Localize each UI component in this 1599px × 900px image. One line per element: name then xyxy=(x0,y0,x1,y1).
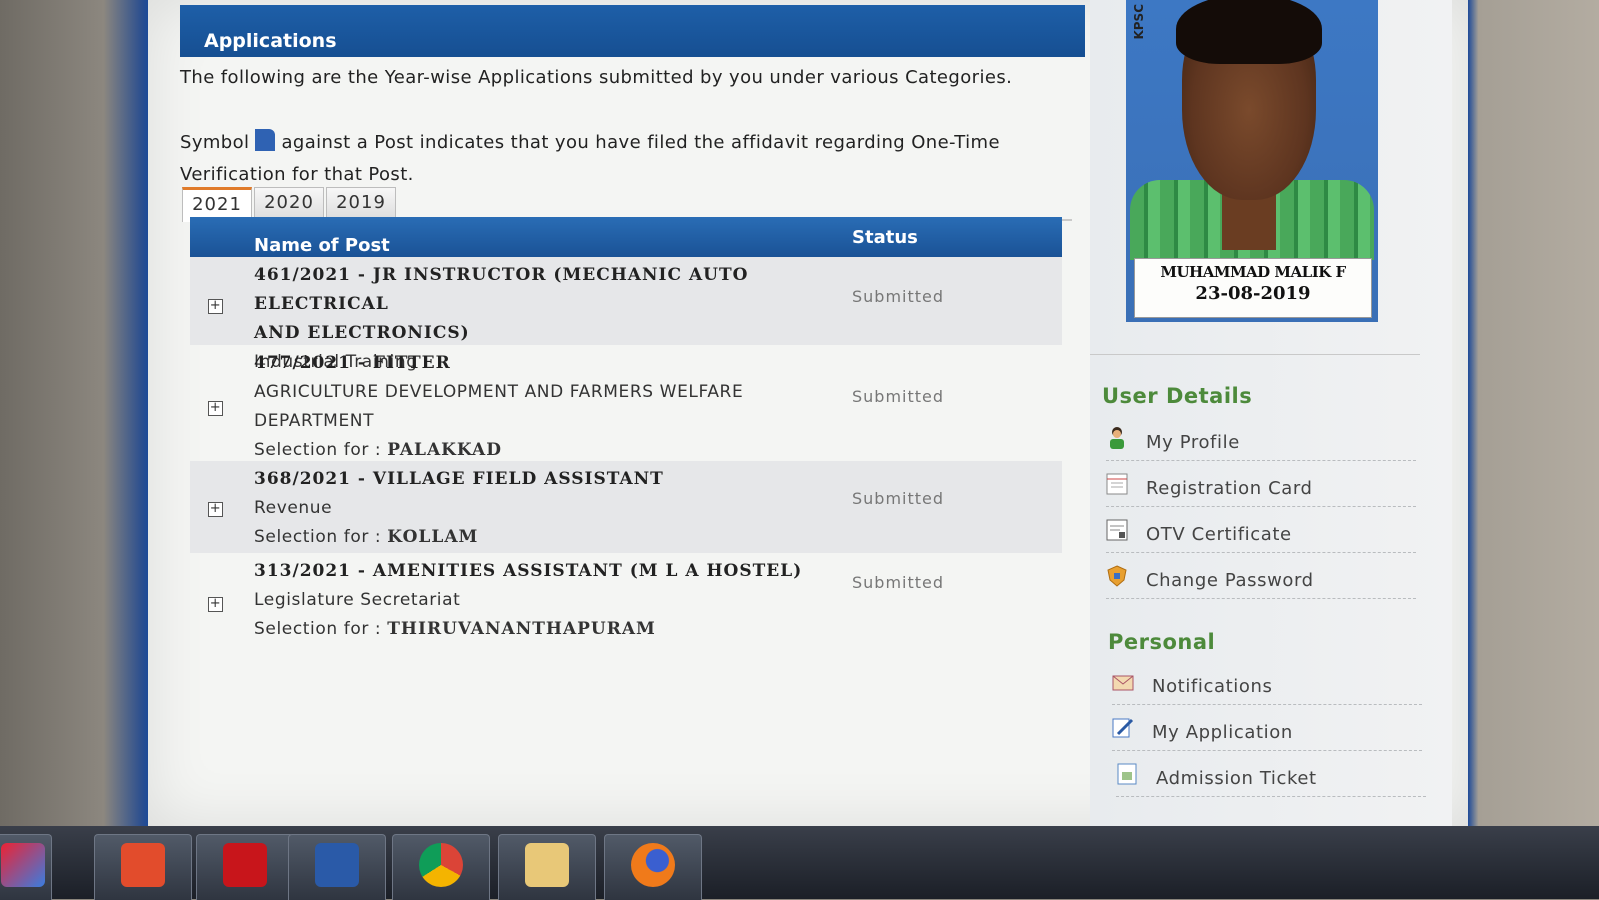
photo-date: 23-08-2019 xyxy=(1195,283,1311,304)
right-bezel xyxy=(1468,0,1599,826)
edit-document-icon xyxy=(1112,718,1134,738)
year-tabs: 2021 2020 2019 xyxy=(182,187,1072,222)
taskbar-chrome[interactable] xyxy=(392,834,490,900)
taskbar-app-2[interactable] xyxy=(94,834,192,900)
sidebar-item-label: My Application xyxy=(1152,722,1293,743)
sidebar-item-label: Registration Card xyxy=(1146,478,1313,499)
sidebar-item-label: My Profile xyxy=(1146,432,1240,453)
sidebar-item-change-password[interactable]: Change Password xyxy=(1106,558,1416,599)
sidebar-divider xyxy=(1090,354,1420,355)
applications-header: Applications xyxy=(180,5,1085,57)
photo-hair xyxy=(1176,0,1322,64)
post-title: 461/2021 - JR INSTRUCTOR (MECHANIC AUTO … xyxy=(254,265,749,314)
applications-panel: Applications The following are the Year-… xyxy=(180,5,1085,825)
post-title: 313/2021 - AMENITIES ASSISTANT (M L A HO… xyxy=(254,561,803,581)
tab-2019[interactable]: 2019 xyxy=(326,187,396,218)
table-row: + 313/2021 - AMENITIES ASSISTANT (M L A … xyxy=(190,553,1062,645)
table-row: + 461/2021 - JR INSTRUCTOR (MECHANIC AUT… xyxy=(190,257,1062,372)
expand-icon[interactable]: + xyxy=(208,299,223,314)
sidebar-item-otv-certificate[interactable]: OTV Certificate xyxy=(1106,512,1416,553)
sidebar-item-label: Admission Ticket xyxy=(1156,768,1317,789)
kpsc-watermark: KPSC xyxy=(1132,4,1146,40)
pdf-icon xyxy=(223,843,267,887)
selection-line: Selection for : THIRUVANANTHAPURAM xyxy=(254,615,834,644)
table-header: Name of Post Status xyxy=(190,217,1062,257)
sidebar-item-label: OTV Certificate xyxy=(1146,524,1292,545)
certificate-icon xyxy=(1106,519,1128,541)
intro-text: The following are the Year-wise Applicat… xyxy=(180,67,1013,88)
table-row: + 368/2021 - VILLAGE FIELD ASSISTANT Rev… xyxy=(190,461,1062,553)
taskbar-app-1[interactable] xyxy=(0,834,52,900)
taskbar-word[interactable] xyxy=(288,834,386,900)
post-department: Legislature Secretariat xyxy=(254,590,461,610)
expand-icon[interactable]: + xyxy=(208,401,223,416)
personal-heading: Personal xyxy=(1108,630,1216,654)
candidate-name: MUHAMMAD MALIK F xyxy=(1160,263,1346,281)
post-title-cont: AND ELECTRONICS) xyxy=(254,323,470,343)
shield-key-icon xyxy=(1107,565,1127,587)
sidebar-item-label: Change Password xyxy=(1146,570,1314,591)
selection-district: KOLLAM xyxy=(387,527,479,547)
word-icon xyxy=(315,843,359,887)
selection-label: Selection for : xyxy=(254,619,382,639)
selection-district: PALAKKAD xyxy=(387,440,502,460)
selection-label: Selection for : xyxy=(254,527,382,547)
expand-icon[interactable]: + xyxy=(208,502,223,517)
column-status: Status xyxy=(852,227,918,248)
sidebar-item-label: Notifications xyxy=(1152,676,1273,697)
left-bezel xyxy=(0,0,148,826)
app-icon xyxy=(121,843,165,887)
symbol-note: Symbol against a Post indicates that you … xyxy=(180,127,1060,191)
tab-2020[interactable]: 2020 xyxy=(254,187,324,218)
status-text: Submitted xyxy=(852,489,945,508)
status-text: Submitted xyxy=(852,573,945,592)
photo-caption: MUHAMMAD MALIK F 23-08-2019 xyxy=(1134,258,1372,318)
column-name-of-post: Name of Post xyxy=(254,235,390,256)
post-title: 368/2021 - VILLAGE FIELD ASSISTANT xyxy=(254,469,664,489)
expand-icon[interactable]: + xyxy=(208,597,223,612)
sidebar-item-my-application[interactable]: My Application xyxy=(1112,710,1422,751)
firefox-icon xyxy=(631,843,675,887)
taskbar xyxy=(0,826,1599,900)
sidebar: KPSC MUHAMMAD MALIK F 23-08-2019 User De… xyxy=(1090,0,1452,826)
post-department-cont: DEPARTMENT xyxy=(254,411,375,431)
ticket-icon xyxy=(1117,763,1137,785)
post-department: Revenue xyxy=(254,498,333,518)
folder-icon xyxy=(525,843,569,887)
taskbar-explorer[interactable] xyxy=(498,834,596,900)
chrome-icon xyxy=(419,843,463,887)
user-details-heading: User Details xyxy=(1102,384,1253,408)
post-department: AGRICULTURE DEVELOPMENT AND FARMERS WELF… xyxy=(254,382,744,402)
envelope-icon xyxy=(1112,675,1134,691)
taskbar-firefox[interactable] xyxy=(604,834,702,900)
status-text: Submitted xyxy=(852,387,945,406)
post-title: 477/2021 - FITTER xyxy=(254,353,451,373)
selection-line: Selection for : KOLLAM xyxy=(254,523,834,552)
table-row: + 477/2021 - FITTER AGRICULTURE DEVELOPM… xyxy=(190,345,1062,461)
sidebar-item-registration-card[interactable]: Registration Card xyxy=(1106,466,1416,507)
affidavit-doc-icon xyxy=(255,129,276,151)
sidebar-item-notifications[interactable]: Notifications xyxy=(1112,664,1422,705)
app-icon xyxy=(1,843,45,887)
selection-label: Selection for : xyxy=(254,440,382,460)
calendar-icon xyxy=(1106,473,1128,495)
applications-title: Applications xyxy=(204,30,337,52)
status-text: Submitted xyxy=(852,287,945,306)
taskbar-pdf-reader[interactable] xyxy=(196,834,294,900)
symbol-description: against a Post indicates that you have f… xyxy=(180,132,1000,185)
user-icon xyxy=(1110,427,1124,449)
sidebar-item-admission-ticket[interactable]: Admission Ticket xyxy=(1116,756,1426,797)
profile-photo: KPSC MUHAMMAD MALIK F 23-08-2019 xyxy=(1126,0,1378,322)
selection-district: THIRUVANANTHAPURAM xyxy=(387,619,656,639)
symbol-label: Symbol xyxy=(180,132,250,153)
sidebar-item-my-profile[interactable]: My Profile xyxy=(1106,420,1416,461)
